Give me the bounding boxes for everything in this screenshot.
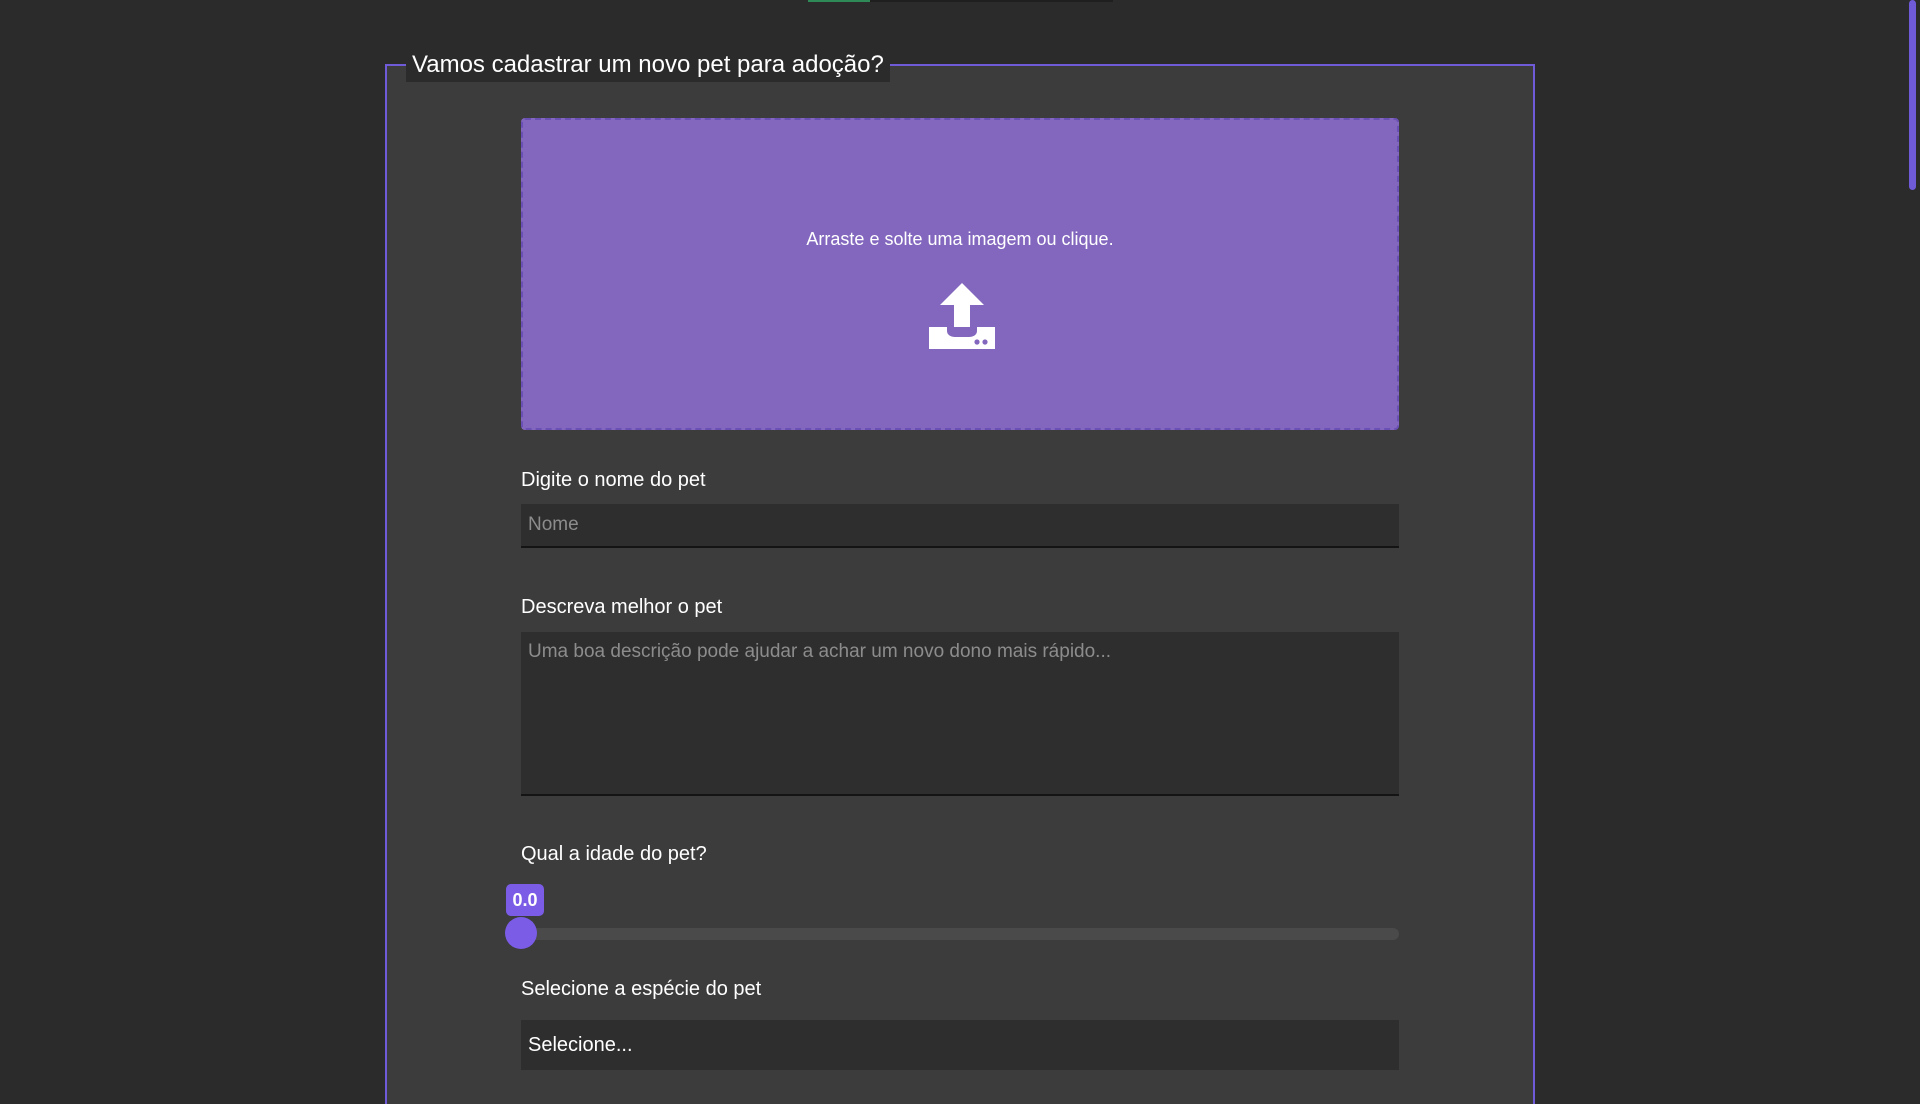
pet-description-textarea[interactable]	[521, 632, 1399, 796]
page-scrollbar[interactable]	[1909, 0, 1916, 190]
description-label: Descreva melhor o pet	[521, 596, 723, 618]
age-label: Qual a idade do pet?	[521, 843, 707, 865]
upload-icon	[929, 283, 995, 349]
age-value-tooltip: 0.0	[506, 884, 544, 916]
age-slider-track[interactable]	[521, 928, 1399, 940]
top-tab-indicator	[808, 0, 870, 2]
species-select[interactable]: Selecione...	[521, 1020, 1399, 1070]
name-label: Digite o nome do pet	[521, 469, 706, 491]
species-label: Selecione a espécie do pet	[521, 978, 762, 1000]
form-legend: Vamos cadastrar um novo pet para adoção?	[406, 48, 890, 82]
pet-name-input[interactable]	[521, 504, 1399, 548]
dropzone-text: Arraste e solte uma imagem ou clique.	[806, 229, 1114, 249]
age-slider-thumb[interactable]	[505, 917, 537, 949]
image-dropzone[interactable]: Arraste e solte uma imagem ou clique.	[521, 118, 1399, 430]
